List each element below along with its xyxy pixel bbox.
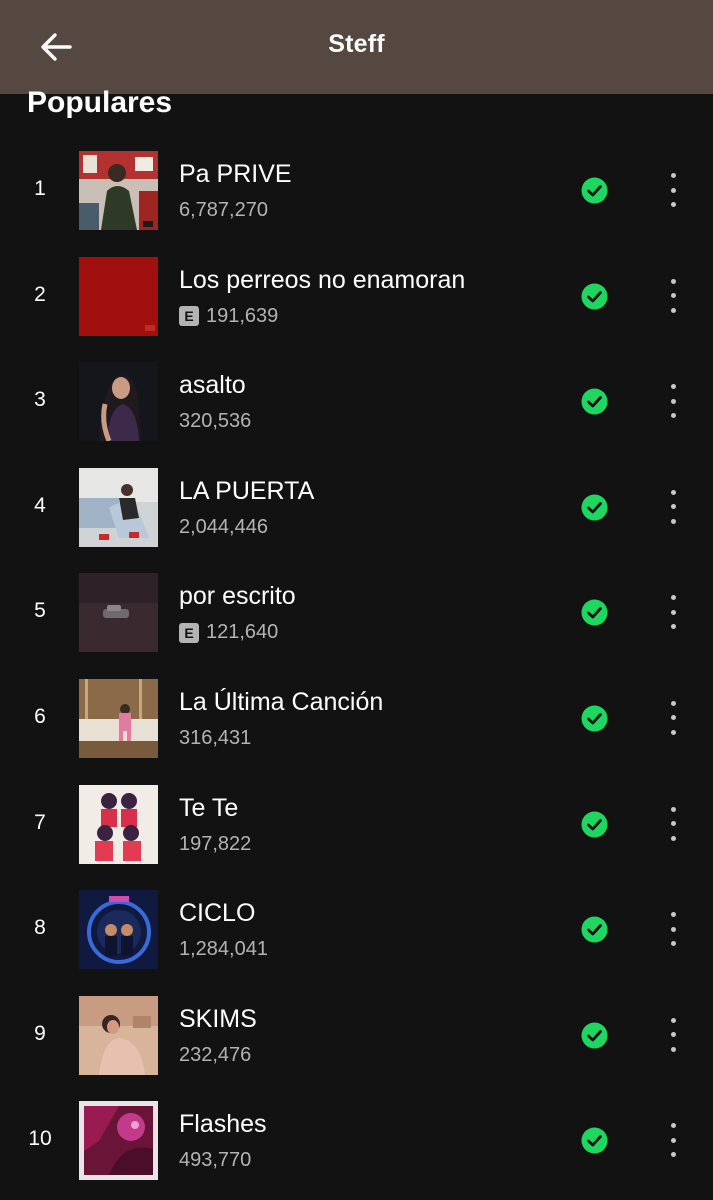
more-vertical-icon[interactable] bbox=[660, 173, 686, 207]
track-rank: 6 bbox=[34, 704, 46, 728]
track-title: asalto bbox=[179, 371, 246, 400]
album-art bbox=[79, 362, 158, 442]
play-count: 316,431 bbox=[179, 726, 252, 749]
section-title: Populares bbox=[27, 86, 173, 119]
track-rank: 8 bbox=[34, 916, 46, 940]
album-art bbox=[79, 573, 158, 653]
more-vertical-icon[interactable] bbox=[660, 489, 686, 524]
track-title: por escrito bbox=[179, 582, 296, 611]
track-meta: E 121,640 bbox=[179, 621, 278, 644]
track-row[interactable]: 10 Flashes 493,770 bbox=[0, 1087, 713, 1193]
track-rank: 5 bbox=[34, 599, 46, 623]
check-circle-icon[interactable] bbox=[581, 1022, 608, 1049]
more-vertical-icon[interactable] bbox=[660, 912, 686, 947]
track-title: SKIMS bbox=[179, 1004, 257, 1033]
track-title: Flashes bbox=[179, 1110, 267, 1139]
album-art bbox=[79, 890, 158, 970]
track-title: Los perreos no enamoran bbox=[179, 265, 466, 294]
play-count: 197,822 bbox=[179, 832, 252, 855]
more-vertical-icon[interactable] bbox=[660, 1017, 686, 1052]
more-vertical-icon[interactable] bbox=[660, 384, 686, 419]
track-row[interactable]: 7 Te Te 197,822 bbox=[0, 771, 713, 877]
track-meta: 6,787,270 bbox=[179, 199, 268, 222]
play-count: 2,044,446 bbox=[179, 515, 268, 538]
track-rank: 7 bbox=[34, 810, 46, 834]
track-meta: 232,476 bbox=[179, 1044, 251, 1067]
track-meta: 316,431 bbox=[179, 727, 251, 750]
track-title: LA PUERTA bbox=[179, 476, 315, 505]
track-rank: 1 bbox=[34, 177, 46, 200]
track-title: Te Te bbox=[179, 793, 239, 822]
check-circle-icon[interactable] bbox=[581, 916, 608, 943]
check-circle-icon[interactable] bbox=[581, 599, 608, 626]
track-meta: 493,770 bbox=[179, 1149, 251, 1172]
more-vertical-icon[interactable] bbox=[660, 806, 686, 841]
album-art bbox=[79, 256, 158, 336]
album-art bbox=[79, 995, 158, 1075]
more-vertical-icon[interactable] bbox=[660, 1123, 686, 1158]
track-row[interactable]: 1 Pa PRIVE 6,787,270 bbox=[0, 137, 713, 243]
play-count: 191,639 bbox=[206, 304, 279, 327]
check-circle-icon[interactable] bbox=[581, 388, 608, 415]
check-circle-icon[interactable] bbox=[581, 177, 608, 204]
track-row[interactable]: 9 SKIMS 232,476 bbox=[0, 982, 713, 1088]
album-art bbox=[79, 784, 158, 864]
check-circle-icon[interactable] bbox=[581, 494, 608, 521]
track-rank: 3 bbox=[34, 388, 46, 412]
track-row[interactable]: 4 LA PUERTA 2,044,446 bbox=[0, 454, 713, 560]
album-art bbox=[79, 467, 158, 547]
play-count: 320,536 bbox=[179, 410, 252, 433]
track-row[interactable]: 2 Los perreos no enamoran E 191,639 bbox=[0, 243, 713, 349]
track-meta: 1,284,041 bbox=[179, 938, 268, 961]
check-circle-icon[interactable] bbox=[581, 1127, 608, 1154]
top-bar: Steff bbox=[0, 0, 713, 94]
track-meta: 320,536 bbox=[179, 410, 251, 433]
play-count: 6,787,270 bbox=[179, 199, 268, 221]
more-vertical-icon[interactable] bbox=[660, 278, 686, 313]
album-art bbox=[79, 151, 158, 230]
more-vertical-icon[interactable] bbox=[660, 700, 686, 735]
play-count: 121,640 bbox=[206, 621, 279, 644]
track-meta: 2,044,446 bbox=[179, 516, 268, 539]
artist-title: Steff bbox=[328, 30, 385, 58]
track-rank: 2 bbox=[34, 282, 46, 306]
track-rank: 10 bbox=[28, 1127, 52, 1151]
check-circle-icon[interactable] bbox=[581, 811, 608, 838]
track-row[interactable]: 6 La Última Canción 316,431 bbox=[0, 665, 713, 771]
explicit-badge: E bbox=[179, 622, 199, 643]
explicit-badge: E bbox=[179, 306, 199, 327]
track-meta: E 191,639 bbox=[179, 305, 278, 328]
track-title: Pa PRIVE bbox=[179, 160, 292, 188]
play-count: 232,476 bbox=[179, 1043, 252, 1066]
play-count: 1,284,041 bbox=[179, 938, 268, 961]
track-rank: 4 bbox=[34, 493, 46, 517]
track-row[interactable]: 3 asalto 320,536 bbox=[0, 348, 713, 454]
album-art bbox=[79, 1101, 158, 1181]
track-rank: 9 bbox=[34, 1021, 46, 1045]
popular-tracks-list: 1 Pa PRIVE 6,787,270 2 Los perreos no en… bbox=[0, 137, 713, 1193]
album-art bbox=[79, 678, 158, 758]
play-count: 493,770 bbox=[179, 1149, 252, 1172]
track-row[interactable]: 8 CICLO 1,284,041 bbox=[0, 876, 713, 982]
track-title: La Última Canción bbox=[179, 687, 384, 716]
more-vertical-icon[interactable] bbox=[660, 595, 686, 630]
check-circle-icon[interactable] bbox=[581, 283, 608, 310]
track-row[interactable]: 5 por escrito E 121,640 bbox=[0, 559, 713, 665]
track-meta: 197,822 bbox=[179, 833, 251, 856]
track-title: CICLO bbox=[179, 899, 256, 928]
check-circle-icon[interactable] bbox=[581, 705, 608, 732]
